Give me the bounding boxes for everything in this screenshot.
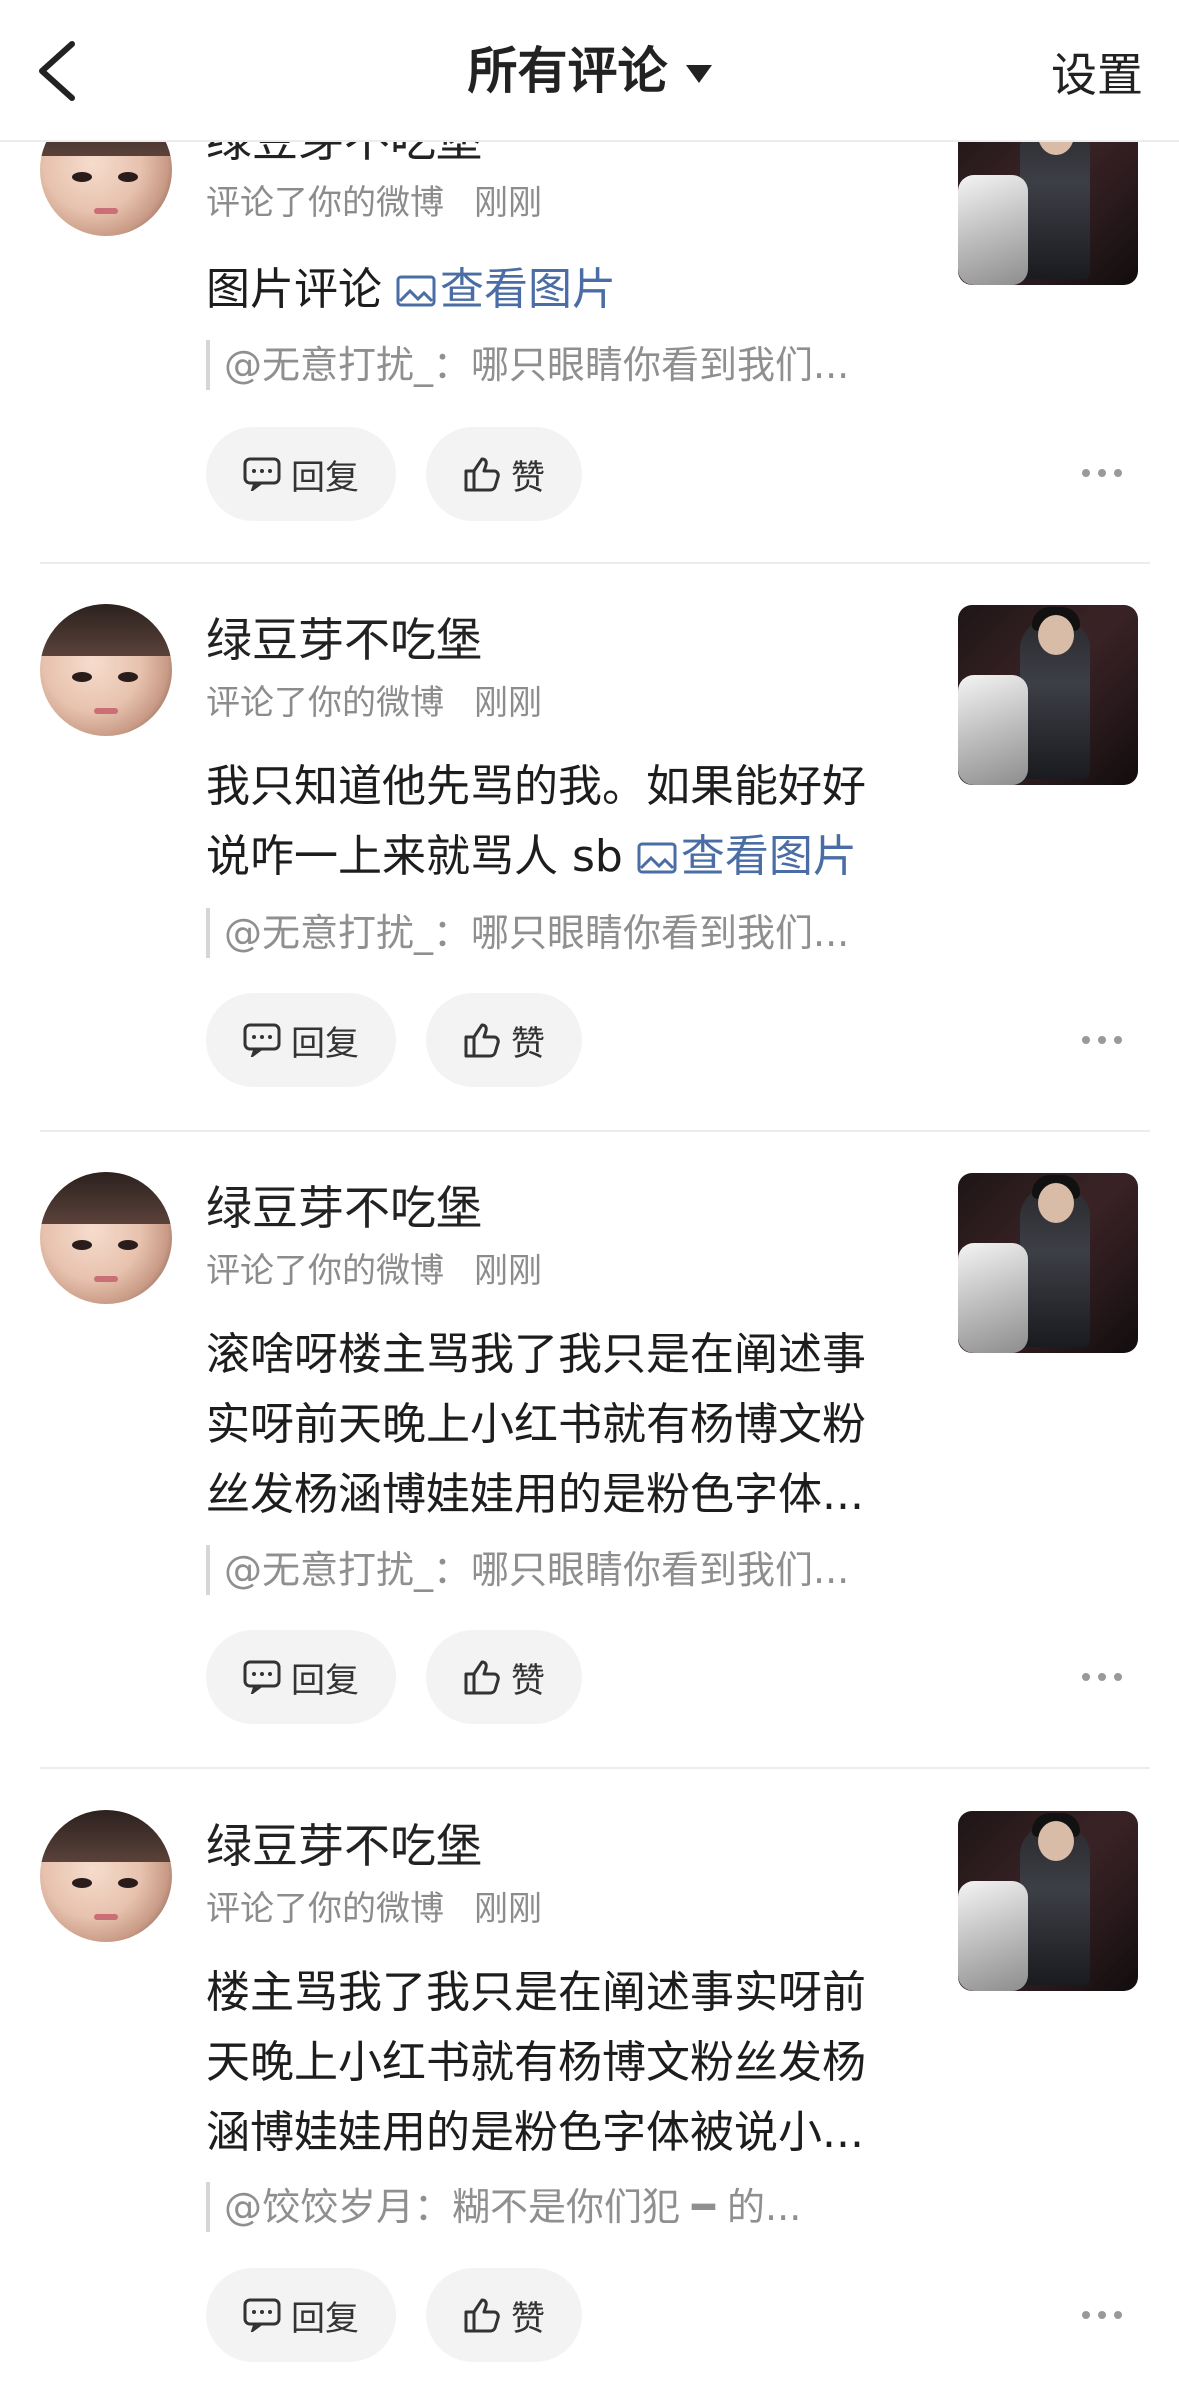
weibo-thumbnail[interactable] (958, 1811, 1138, 1991)
weibo-thumbnail[interactable] (958, 1173, 1138, 1353)
more-icon[interactable] (1080, 463, 1124, 483)
caret-down-icon (685, 64, 712, 83)
comment-time: 刚刚 (474, 183, 542, 223)
comment-icon (243, 2298, 281, 2332)
like-button[interactable]: 赞 (426, 427, 582, 521)
comment-action: 评论了你的微博 (206, 1251, 444, 1291)
view-image-link[interactable]: 查看图片 (637, 831, 857, 882)
page-title: 所有评论 (467, 42, 668, 100)
comment-meta: 评论了你的微博 刚刚 (206, 1886, 542, 1932)
divider (40, 1130, 1150, 1132)
divider (40, 1767, 1150, 1769)
comment-time: 刚刚 (474, 1251, 542, 1291)
comment-content[interactable]: 我只知道他先骂的我。如果能好好说咋一上来就骂人 sb 查看图片 (206, 752, 906, 892)
comment-text: 图片评论 (206, 264, 382, 315)
comment-action: 评论了你的微博 (206, 683, 444, 723)
image-icon (396, 275, 436, 307)
reply-button[interactable]: 回复 (206, 1630, 396, 1724)
comment-content[interactable]: 楼主骂我了我只是在阐述事实呀前天晚上小红书就有杨博文粉丝发杨涵博娃娃用的是粉色字… (206, 1958, 906, 2168)
more-icon[interactable] (1080, 2305, 1124, 2325)
like-label: 赞 (511, 1023, 545, 1064)
quoted-comment[interactable]: @饺饺岁月：糊不是你们犯 ━ 的... (206, 2182, 924, 2232)
like-button[interactable]: 赞 (426, 2268, 582, 2362)
divider (40, 562, 1150, 564)
thumbs-up-icon (464, 1023, 500, 1058)
thumbs-up-icon (464, 2298, 500, 2333)
reply-label: 回复 (291, 457, 359, 498)
comment-meta: 评论了你的微博 刚刚 (206, 1248, 542, 1294)
more-icon[interactable] (1080, 1030, 1124, 1050)
nav-bar: 所有评论 设置 (0, 0, 1179, 142)
reply-button[interactable]: 回复 (206, 427, 396, 521)
reply-label: 回复 (291, 1660, 359, 1701)
comment-time: 刚刚 (474, 683, 542, 723)
comment-action: 评论了你的微博 (206, 1889, 444, 1929)
view-image-label: 查看图片 (440, 264, 616, 315)
username[interactable]: 绿豆芽不吃堡 (206, 1816, 482, 1876)
avatar[interactable] (40, 1810, 172, 1942)
quoted-comment[interactable]: @无意打扰_：哪只眼睛你看到我们... (206, 908, 924, 958)
avatar[interactable] (40, 1172, 172, 1304)
username[interactable]: 绿豆芽不吃堡 (206, 1178, 482, 1238)
view-image-link[interactable]: 查看图片 (396, 264, 616, 315)
quoted-comment[interactable]: @无意打扰_：哪只眼睛你看到我们... (206, 340, 924, 390)
reply-label: 回复 (291, 2298, 359, 2339)
settings-button[interactable]: 设置 (1051, 40, 1143, 110)
image-icon (637, 842, 677, 874)
like-label: 赞 (511, 2298, 545, 2339)
thumbs-up-icon (464, 1660, 500, 1695)
comment-meta: 评论了你的微博 刚刚 (206, 680, 542, 726)
comment-icon (243, 1023, 281, 1057)
reply-button[interactable]: 回复 (206, 2268, 396, 2362)
avatar[interactable] (40, 604, 172, 736)
comment-content[interactable]: 图片评论 查看图片 (206, 255, 906, 325)
comment-content[interactable]: 滚啥呀楼主骂我了我只是在阐述事实呀前天晚上小红书就有杨博文粉丝发杨涵博娃娃用的是… (206, 1320, 906, 1530)
like-button[interactable]: 赞 (426, 1630, 582, 1724)
comment-time: 刚刚 (474, 1889, 542, 1929)
like-label: 赞 (511, 457, 545, 498)
comment-meta: 评论了你的微博 刚刚 (206, 180, 542, 226)
weibo-thumbnail[interactable] (958, 605, 1138, 785)
like-label: 赞 (511, 1660, 545, 1701)
comment-icon (243, 457, 281, 491)
view-image-label: 查看图片 (680, 831, 857, 882)
comment-icon (243, 1660, 281, 1694)
comment-filter-dropdown[interactable]: 所有评论 (0, 36, 1179, 106)
like-button[interactable]: 赞 (426, 993, 582, 1087)
reply-label: 回复 (291, 1023, 359, 1064)
quoted-comment[interactable]: @无意打扰_：哪只眼睛你看到我们... (206, 1545, 924, 1595)
thumbs-up-icon (464, 457, 500, 492)
reply-button[interactable]: 回复 (206, 993, 396, 1087)
comment-action: 评论了你的微博 (206, 183, 444, 223)
more-icon[interactable] (1080, 1667, 1124, 1687)
username[interactable]: 绿豆芽不吃堡 (206, 610, 482, 670)
